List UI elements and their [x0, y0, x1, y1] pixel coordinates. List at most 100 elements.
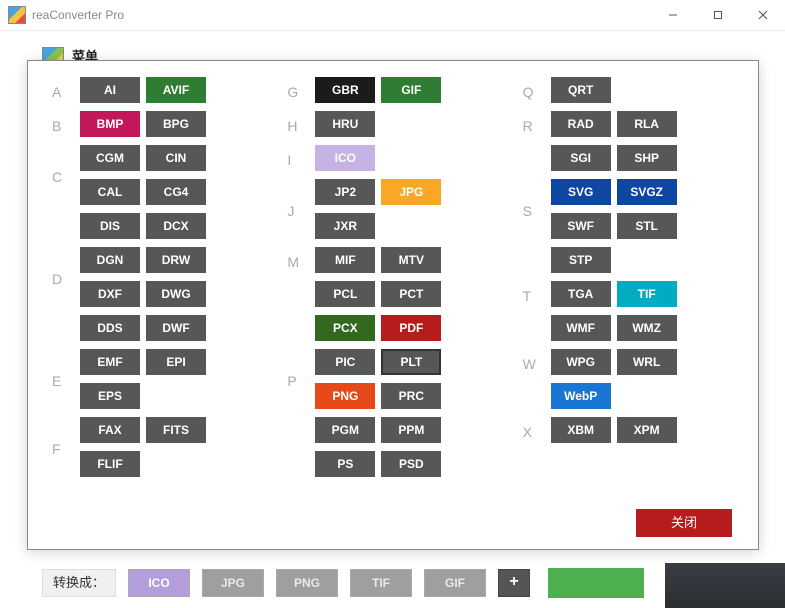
add-format-button[interactable]: + — [498, 569, 530, 597]
format-dgn[interactable]: DGN — [80, 247, 140, 273]
format-xpm[interactable]: XPM — [617, 417, 677, 443]
format-rad[interactable]: RAD — [551, 111, 611, 137]
format-buttons: QRT — [551, 73, 691, 107]
format-column: AAIAVIFBBMPBPGCCGMCINCALCG4DDISDCXDGNDRW… — [52, 73, 263, 481]
format-buttons: WMFWMZWPGWRLWebP — [551, 311, 691, 413]
format-fax[interactable]: FAX — [80, 417, 140, 443]
format-bpg[interactable]: BPG — [146, 111, 206, 137]
format-buttons: RADRLA — [551, 107, 691, 141]
format-dis[interactable]: DIS — [80, 213, 140, 239]
format-qrt[interactable]: QRT — [551, 77, 611, 103]
maximize-button[interactable] — [695, 0, 740, 30]
format-cal[interactable]: CAL — [80, 179, 140, 205]
format-png[interactable]: PNG — [315, 383, 375, 409]
format-pdf[interactable]: PDF — [381, 315, 441, 341]
format-buttons: DISDCXDGNDRWDXFDWGDDSDWF — [80, 209, 220, 345]
format-epi[interactable]: EPI — [146, 349, 206, 375]
format-shp[interactable]: SHP — [617, 145, 677, 171]
format-flif[interactable]: FLIF — [80, 451, 140, 477]
format-swf[interactable]: SWF — [551, 213, 611, 239]
letter-group: IICO — [287, 141, 498, 175]
letter-group: AAIAVIF — [52, 73, 263, 107]
letter-label: F — [52, 437, 80, 457]
format-tif[interactable]: TIF — [617, 281, 677, 307]
bottom-format-gif[interactable]: GIF — [424, 569, 486, 597]
close-window-button[interactable] — [740, 0, 785, 30]
format-buttons: CGMCINCALCG4 — [80, 141, 220, 209]
letter-label: W — [523, 352, 551, 372]
format-pgm[interactable]: PGM — [315, 417, 375, 443]
format-pic[interactable]: PIC — [315, 349, 375, 375]
format-pct[interactable]: PCT — [381, 281, 441, 307]
format-psd[interactable]: PSD — [381, 451, 441, 477]
format-cg4[interactable]: CG4 — [146, 179, 206, 205]
app-icon — [8, 6, 26, 24]
format-webp[interactable]: WebP — [551, 383, 611, 409]
format-buttons: GBRGIF — [315, 73, 455, 107]
format-mtv[interactable]: MTV — [381, 247, 441, 273]
format-svgz[interactable]: SVGZ — [617, 179, 677, 205]
titlebar: reaConverter Pro — [0, 0, 785, 31]
format-hru[interactable]: HRU — [315, 111, 375, 137]
format-cgm[interactable]: CGM — [80, 145, 140, 171]
format-wmz[interactable]: WMZ — [617, 315, 677, 341]
format-dds[interactable]: DDS — [80, 315, 140, 341]
format-ico[interactable]: ICO — [315, 145, 375, 171]
format-dcx[interactable]: DCX — [146, 213, 206, 239]
letter-label: J — [287, 199, 315, 219]
format-jp2[interactable]: JP2 — [315, 179, 375, 205]
letter-group: TTGATIF — [523, 277, 734, 311]
format-prc[interactable]: PRC — [381, 383, 441, 409]
letter-label: R — [523, 114, 551, 134]
letter-label: C — [52, 165, 80, 185]
start-button[interactable] — [548, 568, 644, 598]
format-dwg[interactable]: DWG — [146, 281, 206, 307]
format-buttons: FAXFITSFLIF — [80, 413, 220, 481]
format-ps[interactable]: PS — [315, 451, 375, 477]
letter-label: I — [287, 148, 315, 168]
format-wmf[interactable]: WMF — [551, 315, 611, 341]
bottom-format-png[interactable]: PNG — [276, 569, 338, 597]
format-buttons: JP2JPGJXR — [315, 175, 455, 243]
format-buttons: XBMXPM — [551, 413, 691, 447]
letter-group: MMIFMTV — [287, 243, 498, 277]
letter-label: G — [287, 80, 315, 100]
format-pcl[interactable]: PCL — [315, 281, 375, 307]
format-avif[interactable]: AVIF — [146, 77, 206, 103]
format-wrl[interactable]: WRL — [617, 349, 677, 375]
format-xbm[interactable]: XBM — [551, 417, 611, 443]
format-ppm[interactable]: PPM — [381, 417, 441, 443]
format-ai[interactable]: AI — [80, 77, 140, 103]
format-buttons: TGATIF — [551, 277, 691, 311]
format-sgi[interactable]: SGI — [551, 145, 611, 171]
format-stp[interactable]: STP — [551, 247, 611, 273]
format-gbr[interactable]: GBR — [315, 77, 375, 103]
format-gif[interactable]: GIF — [381, 77, 441, 103]
format-plt[interactable]: PLT — [381, 349, 441, 375]
minimize-button[interactable] — [650, 0, 695, 30]
format-fits[interactable]: FITS — [146, 417, 206, 443]
format-svg[interactable]: SVG — [551, 179, 611, 205]
bottom-format-tif[interactable]: TIF — [350, 569, 412, 597]
letter-group: FFAXFITSFLIF — [52, 413, 263, 481]
format-dwf[interactable]: DWF — [146, 315, 206, 341]
format-drw[interactable]: DRW — [146, 247, 206, 273]
format-buttons: HRU — [315, 107, 455, 141]
bottom-format-jpg[interactable]: JPG — [202, 569, 264, 597]
format-stl[interactable]: STL — [617, 213, 677, 239]
format-jpg[interactable]: JPG — [381, 179, 441, 205]
format-jxr[interactable]: JXR — [315, 213, 375, 239]
format-wpg[interactable]: WPG — [551, 349, 611, 375]
format-dxf[interactable]: DXF — [80, 281, 140, 307]
preview-panel — [665, 563, 785, 608]
format-cin[interactable]: CIN — [146, 145, 206, 171]
format-bmp[interactable]: BMP — [80, 111, 140, 137]
format-eps[interactable]: EPS — [80, 383, 140, 409]
format-mif[interactable]: MIF — [315, 247, 375, 273]
bottom-format-ico[interactable]: ICO — [128, 569, 190, 597]
format-pcx[interactable]: PCX — [315, 315, 375, 341]
close-button[interactable]: 关闭 — [636, 509, 732, 537]
format-tga[interactable]: TGA — [551, 281, 611, 307]
format-rla[interactable]: RLA — [617, 111, 677, 137]
format-emf[interactable]: EMF — [80, 349, 140, 375]
